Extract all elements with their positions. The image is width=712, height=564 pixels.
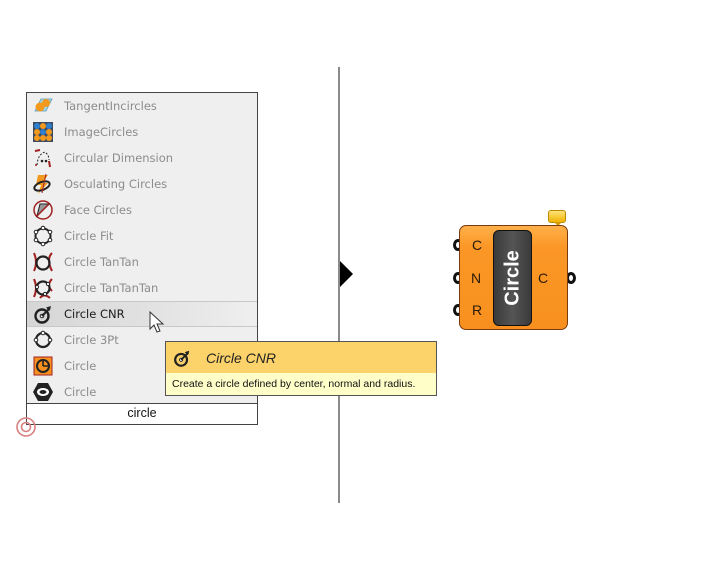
tooltip-header: Circle CNR — [166, 342, 436, 373]
circle-hex-icon — [33, 383, 53, 401]
input-label-r: R — [472, 302, 483, 318]
component-name: Circle — [501, 250, 523, 306]
circle-cnr-icon — [34, 306, 51, 324]
face-circles-icon — [33, 200, 53, 220]
circle-param-icon — [33, 356, 53, 376]
osculating-circles-icon — [33, 173, 51, 194]
circle-3pt-icon — [33, 330, 53, 349]
circular-dimension-icon — [34, 149, 51, 168]
tooltip-description: Create a circle defined by center, norma… — [172, 378, 416, 390]
result-item-circle-tantantan[interactable]: Circle TanTanTan — [27, 275, 257, 301]
result-label: Circle CNR — [64, 307, 125, 321]
result-label: Circle Fit — [64, 229, 114, 243]
result-item-face-circles[interactable]: Face Circles — [27, 197, 257, 223]
circle-tantantan-icon — [33, 278, 53, 299]
search-input[interactable]: circle — [27, 403, 257, 424]
output-label-c: C — [538, 270, 549, 286]
circle-component[interactable]: C N R Circle C — [459, 225, 568, 330]
component-tooltip: Circle CNR Create a circle defined by ce… — [165, 341, 437, 396]
result-label: Circle — [64, 359, 97, 373]
result-item-circle-cnr[interactable]: Circle CNR — [27, 301, 257, 327]
result-item-tangentincircles[interactable]: TangentIncircles — [27, 93, 257, 119]
result-item-circle-tantan[interactable]: Circle TanTan — [27, 249, 257, 275]
result-item-imagecircles[interactable]: ImageCircles — [27, 119, 257, 145]
result-label: TangentIncircles — [64, 99, 157, 113]
result-label: Osculating Circles — [64, 177, 168, 191]
result-label: Circle TanTan — [64, 255, 139, 269]
result-label: ImageCircles — [64, 125, 139, 139]
circle-tantan-icon — [33, 252, 53, 272]
tooltip-title: Circle CNR — [206, 349, 276, 366]
circle-cnr-icon — [174, 350, 190, 367]
result-label: Circle 3Pt — [64, 333, 119, 347]
expand-arrow-icon[interactable] — [340, 261, 353, 287]
mouse-cursor-icon — [149, 311, 165, 333]
component-name-pill: Circle — [493, 230, 532, 326]
result-label: Circle — [64, 385, 97, 399]
image-circles-icon — [33, 122, 53, 142]
input-label-c: C — [472, 237, 483, 253]
result-label: Circular Dimension — [64, 151, 174, 165]
result-item-circular-dimension[interactable]: Circular Dimension — [27, 145, 257, 171]
result-label: Face Circles — [64, 203, 132, 217]
result-item-osculating-circles[interactable]: Osculating Circles — [27, 171, 257, 197]
result-label: Circle TanTanTan — [64, 281, 159, 295]
result-item-circle-fit[interactable]: Circle Fit — [27, 223, 257, 249]
input-label-n: N — [471, 270, 482, 286]
tangent-incircles-icon — [34, 98, 53, 112]
circle-fit-icon — [33, 225, 53, 247]
grasshopper-logo-icon — [16, 417, 36, 437]
